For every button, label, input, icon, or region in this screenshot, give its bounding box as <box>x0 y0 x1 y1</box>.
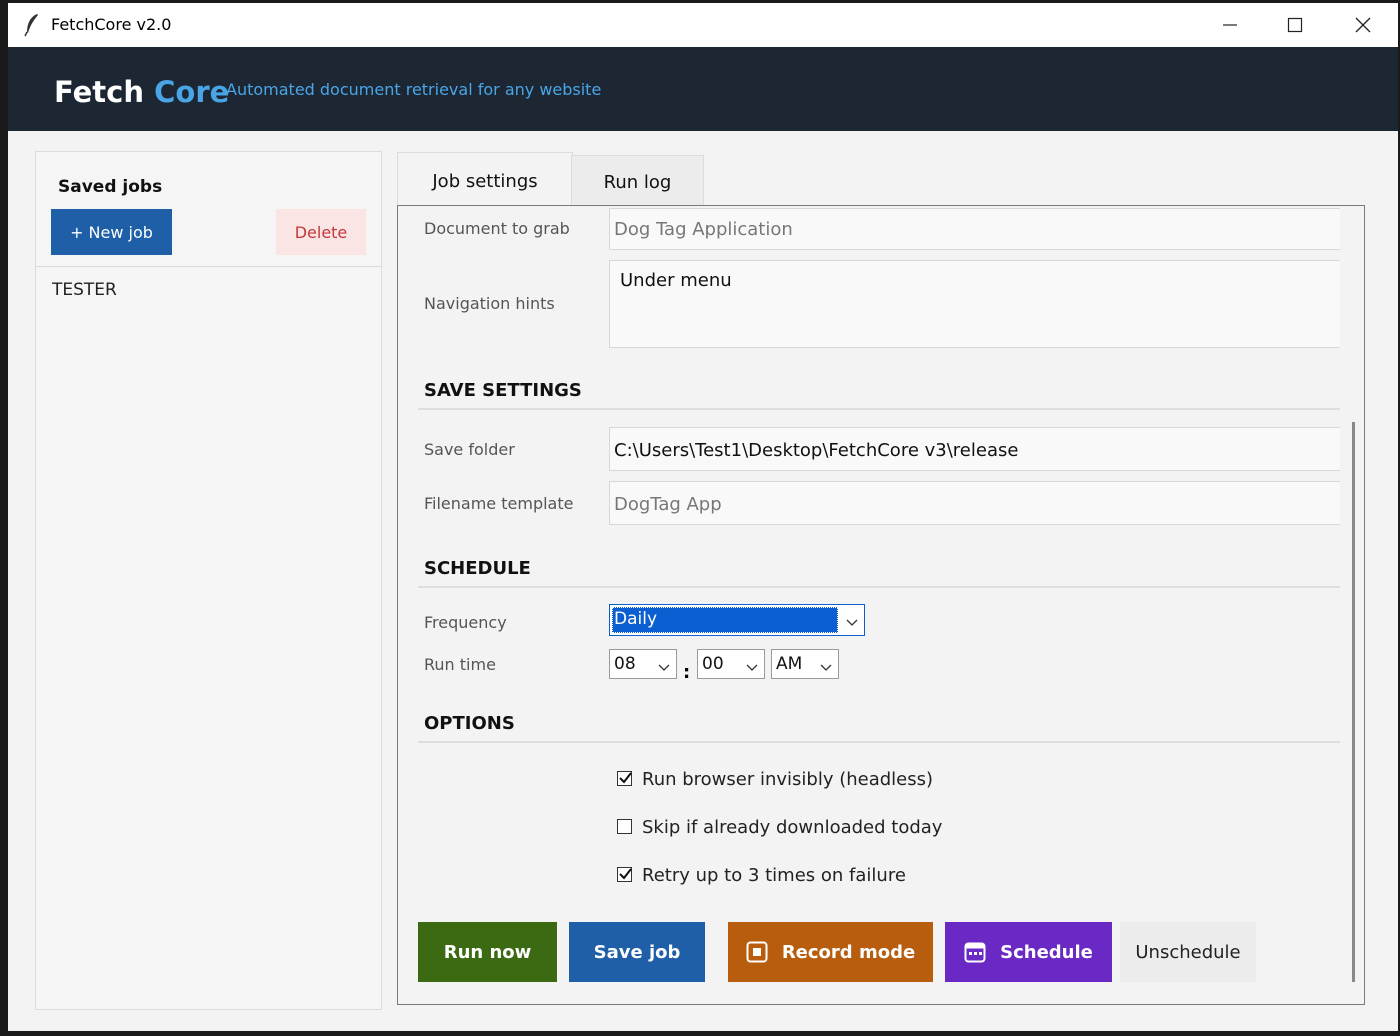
job-settings-panel: Document to grab Dog Tag Application Nav… <box>397 205 1365 1005</box>
title-bar: FetchCore v2.0 <box>8 3 1398 47</box>
section-divider <box>418 586 1340 588</box>
tab-job-settings[interactable]: Job settings <box>397 152 573 209</box>
skip-label[interactable]: Skip if already downloaded today <box>642 817 942 838</box>
brand-part2: Core <box>154 75 230 109</box>
run-time-label: Run time <box>424 655 496 674</box>
saved-jobs-panel: Saved jobs + New job Delete TESTER <box>35 151 382 1010</box>
saved-jobs-heading: Saved jobs <box>58 177 163 197</box>
save-folder-label: Save folder <box>424 440 515 459</box>
unschedule-button[interactable]: Unschedule <box>1120 922 1256 982</box>
hints-textarea[interactable]: Under menu <box>609 260 1340 348</box>
chevron-down-icon <box>846 613 858 633</box>
schedule-label: Schedule <box>1000 941 1093 963</box>
tagline: Automated document retrieval for any web… <box>226 80 602 99</box>
hour-value: 08 <box>614 654 636 674</box>
run-now-button[interactable]: Run now <box>418 922 557 982</box>
window-title: FetchCore v2.0 <box>51 15 172 34</box>
options-heading: OPTIONS <box>424 713 515 734</box>
app-header: Fetch Core Automated document retrieval … <box>8 47 1398 131</box>
minute-select[interactable]: 00 <box>697 649 765 679</box>
schedule-button[interactable]: Schedule <box>945 922 1112 982</box>
filename-label: Filename template <box>424 494 574 513</box>
scrollbar-thumb[interactable] <box>1352 422 1355 982</box>
schedule-heading: SCHEDULE <box>424 558 531 579</box>
document-label: Document to grab <box>424 219 570 238</box>
divider <box>36 266 381 267</box>
record-mode-button[interactable]: Record mode <box>728 922 933 982</box>
maximize-button[interactable] <box>1261 3 1329 47</box>
app-window: FetchCore v2.0 Fetch Core Automated docu… <box>8 3 1398 1031</box>
frequency-value: Daily <box>614 609 658 629</box>
save-settings-heading: SAVE SETTINGS <box>424 380 582 401</box>
headless-checkbox[interactable] <box>617 771 632 786</box>
calendar-icon <box>964 941 986 963</box>
tab-run-log[interactable]: Run log <box>571 155 704 208</box>
ampm-value: AM <box>776 654 803 674</box>
section-divider <box>418 741 1340 743</box>
delete-job-button[interactable]: Delete <box>276 209 366 255</box>
new-job-button[interactable]: + New job <box>51 209 172 255</box>
frequency-select[interactable]: Daily <box>609 604 865 636</box>
hour-select[interactable]: 08 <box>609 649 677 679</box>
save-job-button[interactable]: Save job <box>569 922 705 982</box>
time-separator: : <box>683 662 691 683</box>
job-list-item[interactable]: TESTER <box>52 280 117 300</box>
chevron-down-icon <box>820 658 832 678</box>
minute-value: 00 <box>702 654 724 674</box>
document-field[interactable]: Dog Tag Application <box>609 208 1340 250</box>
skip-checkbox[interactable] <box>617 819 632 834</box>
record-icon <box>746 941 768 963</box>
frequency-label: Frequency <box>424 613 507 632</box>
chevron-down-icon <box>746 658 758 678</box>
retry-label[interactable]: Retry up to 3 times on failure <box>642 865 906 886</box>
brand-logo: Fetch Core <box>54 75 229 109</box>
brand-part1: Fetch <box>54 75 145 109</box>
minimize-button[interactable] <box>1196 3 1264 47</box>
section-divider <box>418 408 1340 410</box>
filename-field[interactable]: DogTag App <box>609 481 1340 525</box>
headless-label[interactable]: Run browser invisibly (headless) <box>642 769 933 790</box>
feather-icon <box>24 13 40 37</box>
ampm-select[interactable]: AM <box>771 649 839 679</box>
chevron-down-icon <box>658 658 670 678</box>
save-folder-field[interactable]: C:\Users\Test1\Desktop\FetchCore v3\rele… <box>609 427 1340 471</box>
retry-checkbox[interactable] <box>617 867 632 882</box>
record-mode-label: Record mode <box>781 941 916 963</box>
hints-label: Navigation hints <box>424 294 555 313</box>
close-button[interactable] <box>1329 3 1397 47</box>
